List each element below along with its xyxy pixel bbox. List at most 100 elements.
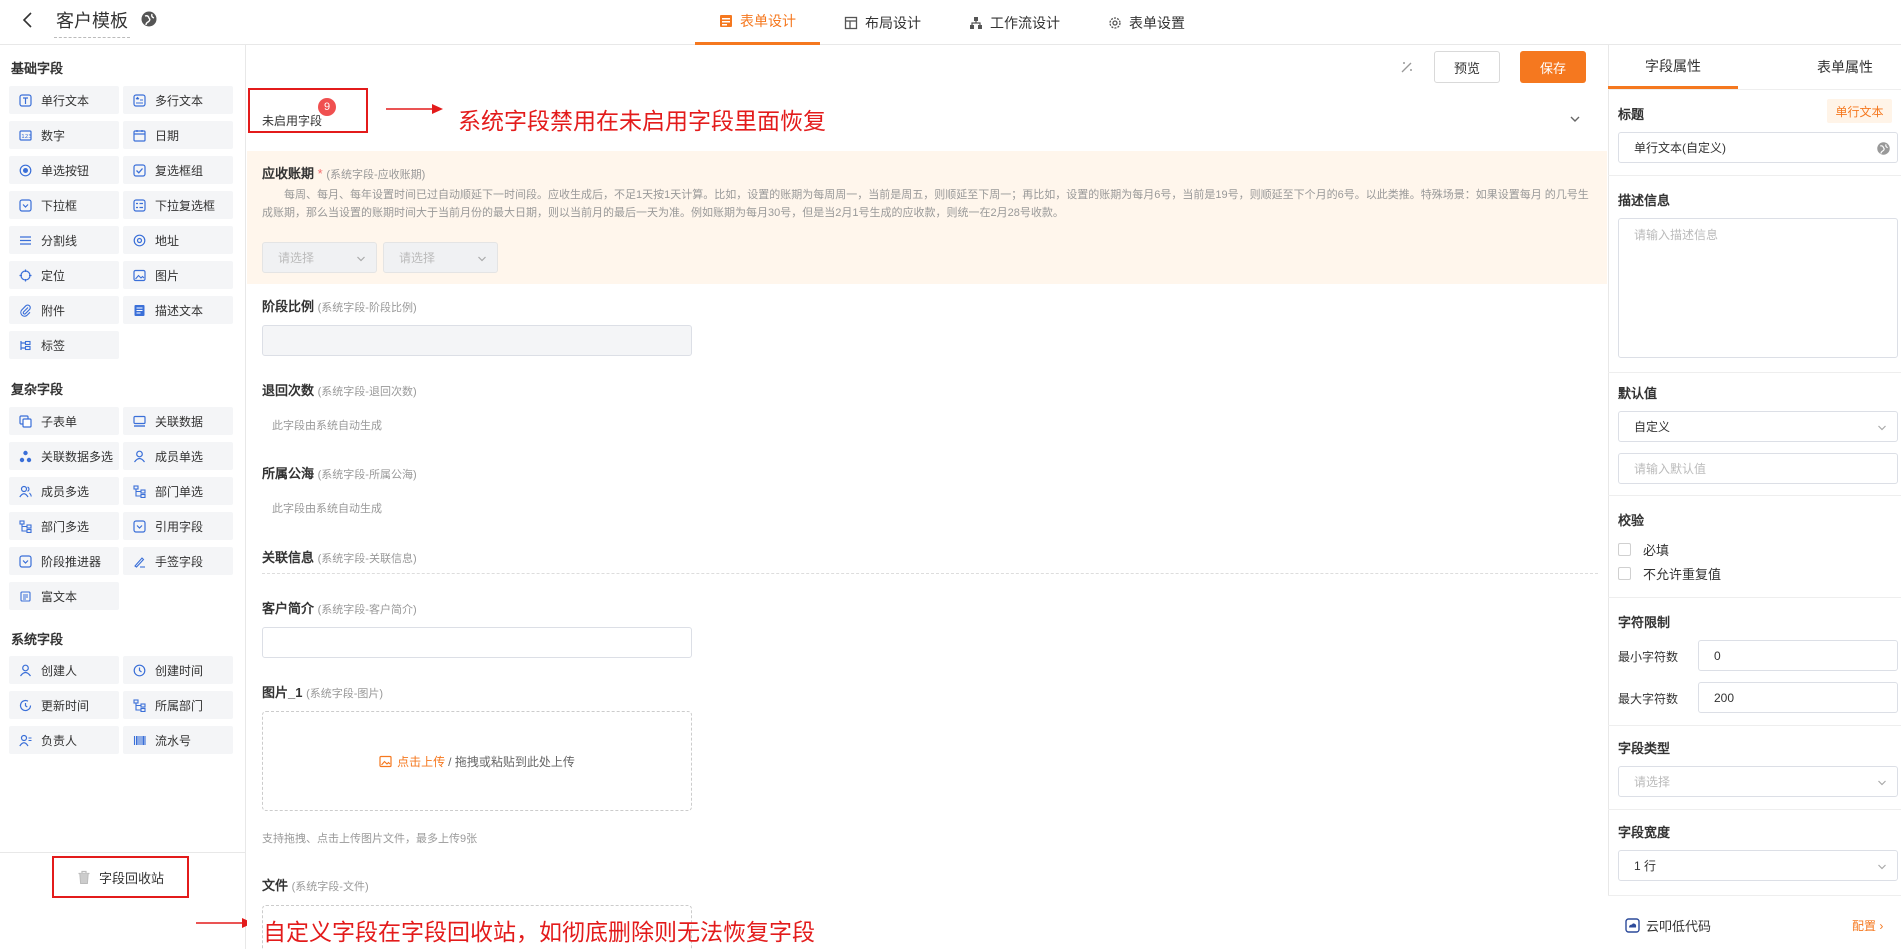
divider xyxy=(1608,597,1901,598)
trash-icon xyxy=(78,870,90,884)
required-checkbox[interactable]: 必填 xyxy=(1618,540,1669,559)
upload-click-link[interactable]: 点击上传 xyxy=(397,753,445,770)
template-title[interactable]: 客户模板 xyxy=(54,7,130,38)
field-signature[interactable]: 手签字段 xyxy=(123,547,233,575)
field-type-select[interactable]: 请选择 xyxy=(1618,766,1898,797)
field-sub-form[interactable]: 子表单 xyxy=(9,407,119,435)
divider-icon xyxy=(20,235,31,245)
save-button[interactable]: 保存 xyxy=(1520,51,1586,83)
tab-field-properties[interactable]: 字段属性 xyxy=(1608,45,1738,89)
field-tag[interactable]: 标签 xyxy=(9,331,119,359)
field-rich-text[interactable]: 富文本 xyxy=(9,582,119,610)
field-date[interactable]: 日期 xyxy=(123,121,233,149)
related-data-icon xyxy=(133,415,146,427)
field-owning-department[interactable]: 所属部门 xyxy=(123,691,233,719)
field-recycle-bin-button[interactable]: 字段回收站 xyxy=(52,856,189,898)
tab-form-properties[interactable]: 表单属性 xyxy=(1780,45,1901,89)
brand-link[interactable]: 云叩低代码 xyxy=(1625,916,1711,935)
field-serial-number[interactable]: 流水号 xyxy=(123,726,233,754)
magic-wand-button[interactable] xyxy=(1392,52,1422,82)
users-icon xyxy=(19,485,32,497)
field-image[interactable]: 图片 xyxy=(123,261,233,289)
ratio-input[interactable] xyxy=(262,325,692,356)
field-radio[interactable]: 单选按钮 xyxy=(9,156,119,184)
period-select-1[interactable]: 请选择 xyxy=(262,242,377,273)
description-textarea[interactable]: 请输入描述信息 xyxy=(1618,218,1898,358)
tab-form-settings[interactable]: 表单设置 xyxy=(1084,0,1209,45)
tab-form-design[interactable]: 表单设计 xyxy=(695,0,820,45)
field-label-returns: 退回次数 (系统字段-退回次数) xyxy=(262,383,417,398)
field-owner[interactable]: 负责人 xyxy=(9,726,119,754)
period-select-2[interactable]: 请选择 xyxy=(383,242,498,273)
field-create-time[interactable]: 创建时间 xyxy=(123,656,233,684)
description-icon xyxy=(134,304,145,316)
field-member-multi[interactable]: 成员多选 xyxy=(9,477,119,505)
refresh-clock-icon xyxy=(19,699,32,711)
divider xyxy=(1608,725,1901,726)
chevron-down-icon[interactable] xyxy=(1568,112,1582,126)
char-limit-label: 字符限制 xyxy=(1618,615,1671,630)
field-single-line-text[interactable]: 单行文本 xyxy=(9,86,119,114)
field-checkbox-group[interactable]: 复选框组 xyxy=(123,156,233,184)
field-creator[interactable]: 创建人 xyxy=(9,656,119,684)
default-value-input[interactable]: 请输入默认值 xyxy=(1618,453,1898,484)
tab-layout-design[interactable]: 布局设计 xyxy=(820,0,945,45)
number-icon: 123 xyxy=(19,129,32,141)
gear-icon xyxy=(1109,16,1121,29)
field-multi-line-text[interactable]: 多行文本 xyxy=(123,86,233,114)
intro-input[interactable] xyxy=(262,627,692,658)
user-icon xyxy=(134,450,145,462)
field-related-data-multi[interactable]: 关联数据多选 xyxy=(9,442,119,470)
related-multi-icon xyxy=(19,450,32,462)
field-department-multi[interactable]: 部门多选 xyxy=(9,512,119,540)
field-member-single[interactable]: 成员单选 xyxy=(123,442,233,470)
no-duplicate-checkbox[interactable]: 不允许重复值 xyxy=(1618,564,1721,583)
field-related-data[interactable]: 关联数据 xyxy=(123,407,233,435)
field-dropdown[interactable]: 下拉框 xyxy=(9,191,119,219)
title-input[interactable]: 单行文本(自定义) xyxy=(1618,132,1898,163)
image-upload-area[interactable]: 点击上传 / 拖拽或粘贴到此处上传 xyxy=(262,711,692,811)
field-update-time[interactable]: 更新时间 xyxy=(9,691,119,719)
config-link[interactable]: 配置 › xyxy=(1852,917,1883,934)
field-location[interactable]: 定位 xyxy=(9,261,119,289)
svg-text:123: 123 xyxy=(21,134,32,140)
field-label-period: 应收账期 * (系统字段-应收账期) xyxy=(262,166,426,181)
field-label-image: 图片_1 (系统字段-图片) xyxy=(262,685,384,700)
tab-label: 表单设计 xyxy=(740,13,796,29)
min-chars-input[interactable]: 0 xyxy=(1698,640,1898,671)
field-address[interactable]: 地址 xyxy=(123,226,233,254)
field-dropdown-multi[interactable]: 下拉复选框 xyxy=(123,191,233,219)
globe-icon[interactable] xyxy=(1876,141,1891,156)
field-divider[interactable]: 分割线 xyxy=(9,226,119,254)
preview-button[interactable]: 预览 xyxy=(1434,51,1500,83)
checkbox[interactable] xyxy=(1618,543,1631,556)
tab-workflow-design[interactable]: 工作流设计 xyxy=(945,0,1084,45)
tab-label: 表单设置 xyxy=(1129,14,1185,31)
rich-text-icon xyxy=(20,590,31,602)
signature-icon xyxy=(134,556,145,568)
field-reference[interactable]: 引用字段 xyxy=(123,512,233,540)
field-width-select[interactable]: 1 行 xyxy=(1618,850,1898,881)
field-attachment[interactable]: 附件 xyxy=(9,296,119,324)
field-width-label: 字段宽度 xyxy=(1618,825,1671,840)
related-divider xyxy=(262,573,1598,574)
stage-icon xyxy=(19,554,32,568)
clock-icon xyxy=(133,664,146,676)
workflow-icon xyxy=(970,16,982,29)
checkbox-icon xyxy=(133,163,146,177)
field-stage-progress[interactable]: 阶段推进器 xyxy=(9,547,119,575)
field-department-single[interactable]: 部门单选 xyxy=(123,477,233,505)
upload-tip: 支持拖拽、点击上传图片文件，最多上传9张 xyxy=(262,833,478,845)
divider xyxy=(1608,372,1901,373)
unused-fields-toggle[interactable]: 未启用字段 9 xyxy=(248,88,368,133)
annotation-arrow-top-icon xyxy=(386,104,443,114)
back-arrow-icon[interactable] xyxy=(18,10,38,30)
default-mode-select[interactable]: 自定义 xyxy=(1618,411,1898,442)
calendar-icon xyxy=(133,129,146,142)
checkbox[interactable] xyxy=(1618,567,1631,580)
annotation-bottom: 自定义字段在字段回收站，如彻底删除则无法恢复字段 xyxy=(263,920,815,945)
max-chars-input[interactable]: 200 xyxy=(1698,682,1898,713)
field-number[interactable]: 123 数字 xyxy=(9,121,119,149)
field-description-text[interactable]: 描述文本 xyxy=(123,296,233,324)
globe-icon[interactable] xyxy=(140,10,158,28)
